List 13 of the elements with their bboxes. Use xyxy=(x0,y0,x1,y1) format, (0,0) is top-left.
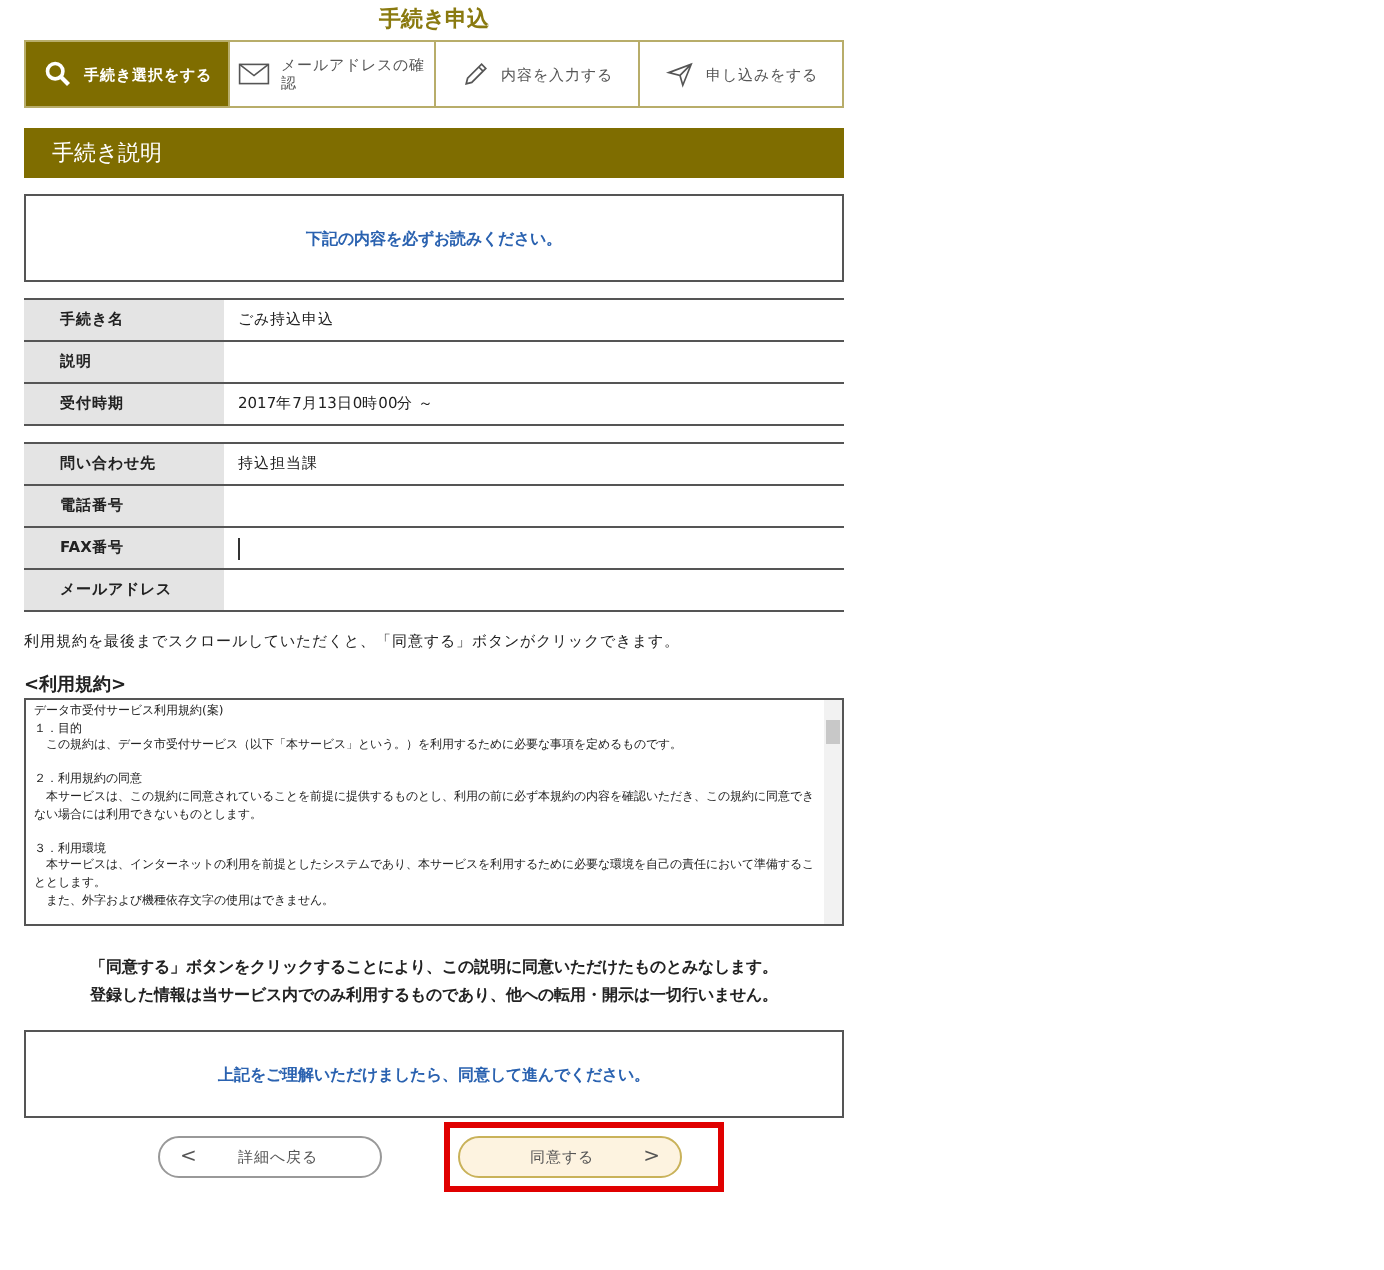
pencil-icon xyxy=(459,60,492,88)
confirm-text: 上記をご理解いただけましたら、同意して進んでください。 xyxy=(218,1063,650,1085)
agreement-text: 登録した情報は当サービス内でのみ利用するものであり、他への転用・開示は一切行いません。 xyxy=(88,984,780,1008)
envelope-icon xyxy=(238,60,271,88)
section-header: 手続き説明 xyxy=(24,128,844,178)
page-title: 手続き申込 xyxy=(377,4,491,36)
scrollbar[interactable] xyxy=(824,700,842,924)
paper-plane-icon xyxy=(663,60,696,88)
agreement-text: 「同意する」ボタンをクリックすることにより、この説明に同意いただけたものとみなします。 xyxy=(88,956,780,980)
search-icon xyxy=(42,60,75,88)
terms-heading: <利用規約> xyxy=(24,672,129,698)
notice-text: 下記の内容を必ずお読みください。 xyxy=(306,227,562,249)
terms-box[interactable] xyxy=(24,698,844,926)
